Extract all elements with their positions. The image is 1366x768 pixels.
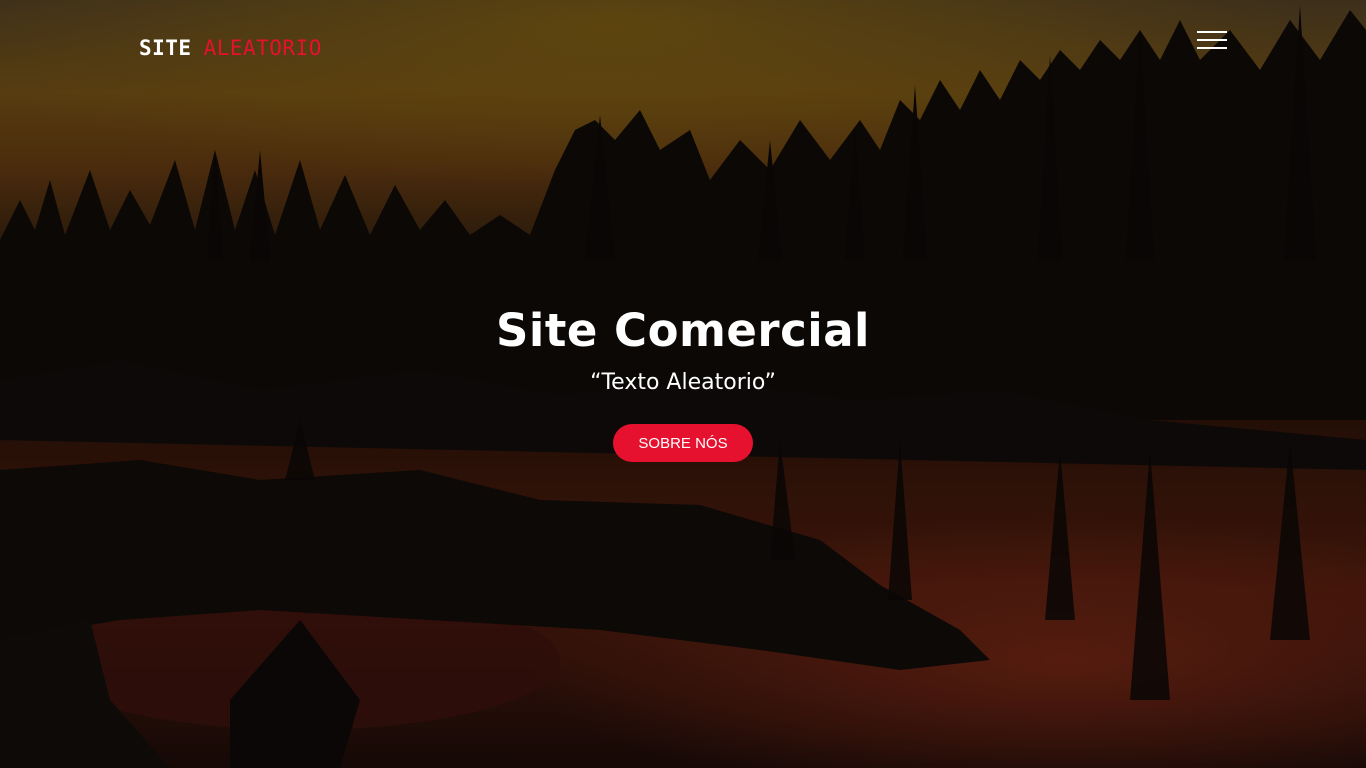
- about-us-button[interactable]: SOBRE NÓS: [613, 424, 753, 462]
- hero-content: Site Comercial “Texto Aleatorio” SOBRE N…: [0, 300, 1366, 462]
- hero-subtitle: “Texto Aleatorio”: [590, 370, 776, 395]
- hero-title: Site Comercial: [496, 304, 870, 357]
- logo-word-site: SITE: [139, 36, 192, 60]
- logo-word-aleatorio: ALEATORIO: [203, 36, 322, 60]
- menu-line: [1197, 47, 1227, 49]
- hero-section: SITE ALEATORIO Site Comercial “Texto Alea…: [0, 0, 1366, 768]
- site-logo[interactable]: SITE ALEATORIO: [139, 36, 322, 60]
- menu-line: [1197, 39, 1227, 41]
- menu-line: [1197, 31, 1227, 33]
- hamburger-menu-icon[interactable]: [1194, 28, 1230, 54]
